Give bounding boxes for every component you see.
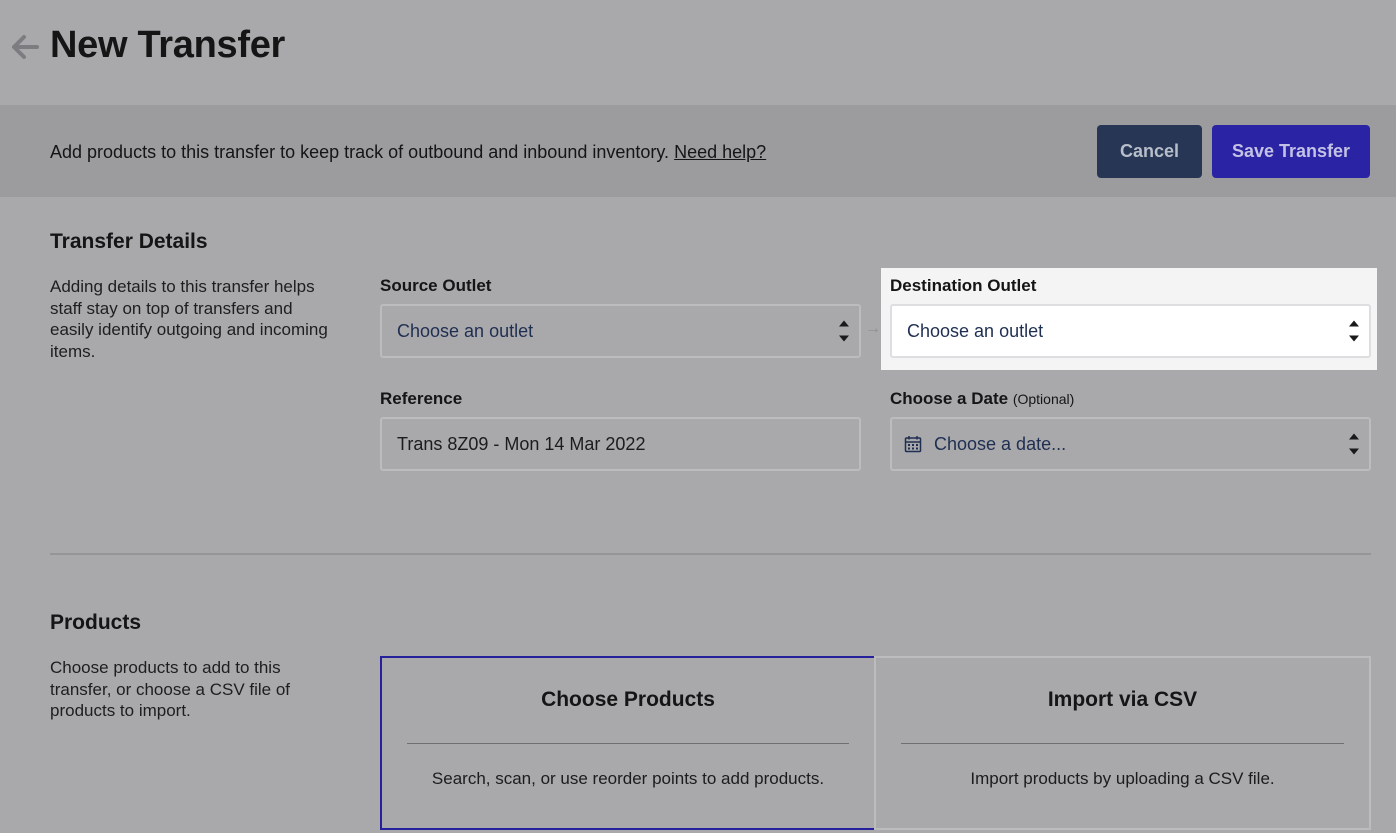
arrow-left-icon bbox=[12, 35, 39, 59]
import-csv-card[interactable]: Import via CSV Import products by upload… bbox=[874, 656, 1371, 830]
select-arrows-icon bbox=[1349, 433, 1359, 455]
destination-outlet-value: Choose an outlet bbox=[907, 320, 1044, 341]
arrow-right-icon: → bbox=[865, 320, 881, 337]
need-help-link[interactable]: Need help? bbox=[674, 142, 766, 162]
transfer-details-title: Transfer Details bbox=[50, 230, 208, 253]
import-csv-description: Import products by uploading a CSV file. bbox=[970, 769, 1275, 788]
page-title: New Transfer bbox=[50, 24, 286, 66]
cancel-button[interactable]: Cancel bbox=[1097, 125, 1202, 178]
destination-outlet-select[interactable]: Choose an outlet bbox=[890, 304, 1371, 358]
date-value: Choose a date... bbox=[934, 433, 1067, 454]
select-arrows-icon bbox=[839, 320, 849, 342]
back-button[interactable] bbox=[8, 30, 42, 64]
save-transfer-button[interactable]: Save Transfer bbox=[1212, 125, 1370, 178]
calendar-icon bbox=[904, 435, 922, 453]
products-description: Choose products to add to this transfer,… bbox=[50, 658, 291, 720]
date-picker[interactable]: Choose a date... bbox=[890, 417, 1371, 471]
import-csv-title: Import via CSV bbox=[1047, 688, 1198, 711]
transfer-details-description: Adding details to this transfer helps st… bbox=[50, 277, 328, 361]
banner-message: Add products to this transfer to keep tr… bbox=[50, 142, 670, 162]
banner-text: Add products to this transfer to keep tr… bbox=[50, 142, 766, 163]
source-outlet-label: Source Outlet bbox=[380, 276, 492, 295]
source-outlet-select[interactable]: Choose an outlet bbox=[380, 304, 861, 358]
choose-products-card[interactable]: Choose Products Search, scan, or use reo… bbox=[380, 656, 876, 830]
select-arrows-icon bbox=[1349, 320, 1359, 342]
destination-outlet-label: Destination Outlet bbox=[890, 276, 1037, 295]
choose-products-title: Choose Products bbox=[541, 688, 715, 711]
reference-label: Reference bbox=[380, 389, 463, 408]
choose-products-description: Search, scan, or use reorder points to a… bbox=[431, 769, 825, 788]
card-divider bbox=[901, 743, 1344, 744]
date-label: Choose a Date (Optional) bbox=[890, 389, 1074, 409]
date-optional-text: (Optional) bbox=[1012, 391, 1075, 407]
card-divider bbox=[407, 743, 849, 744]
products-title: Products bbox=[50, 611, 142, 634]
source-outlet-value: Choose an outlet bbox=[397, 320, 534, 341]
date-label-text: Choose a Date bbox=[890, 389, 1009, 408]
reference-input[interactable]: Trans 8Z09 - Mon 14 Mar 2022 bbox=[380, 417, 861, 471]
section-divider bbox=[50, 553, 1371, 555]
reference-value: Trans 8Z09 - Mon 14 Mar 2022 bbox=[397, 433, 646, 454]
